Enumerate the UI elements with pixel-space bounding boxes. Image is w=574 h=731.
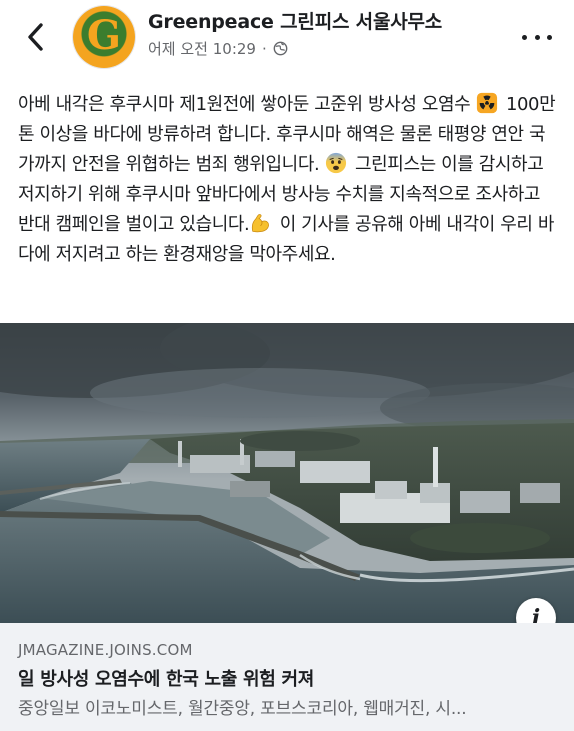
- link-description: 중앙일보 이코노미스트, 월간중앙, 포브스코리아, 웹매거진, 시...: [18, 699, 467, 719]
- post-meta: 어제 오전 10:29 ·: [148, 38, 288, 59]
- nuclear-plant-coast-image: [0, 323, 574, 623]
- radioactive-emoji-icon: [476, 92, 497, 114]
- more-horizontal-icon-dot: [522, 34, 527, 40]
- flexed-biceps-emoji-icon: [252, 214, 270, 233]
- link-domain: JMAGAZINE.JOINS.COM: [18, 641, 193, 659]
- link-title: 일 방사성 오염수에 한국 노출 위험 커져: [18, 669, 314, 690]
- meta-separator: ·: [261, 39, 267, 58]
- post-header: G Greenpeace 그린피스 서울사무소 어제 오전 10:29 ·: [0, 0, 574, 78]
- link-preview-image[interactable]: [0, 323, 574, 623]
- post-text-segment: 아베 내각은 후쿠시마 제1원전에 쌓아둔 고준위 방사성 오염수: [18, 94, 476, 115]
- post-timestamp[interactable]: 어제 오전 10:29: [148, 38, 256, 59]
- fearful-face-emoji-icon: [325, 152, 346, 174]
- more-horizontal-icon-dot: [534, 34, 540, 40]
- post-body: 아베 내각은 후쿠시마 제1원전에 쌓아둔 고준위 방사성 오염수 100만 톤…: [18, 90, 560, 270]
- link-preview-card[interactable]: JMAGAZINE.JOINS.COM 일 방사성 오염수에 한국 노출 위험 …: [0, 623, 574, 731]
- back-button[interactable]: [20, 20, 50, 54]
- more-options-button[interactable]: [522, 28, 552, 46]
- chevron-left-icon: [28, 23, 43, 51]
- globe-icon: [273, 41, 288, 56]
- avatar[interactable]: G: [73, 6, 135, 68]
- avatar-logo-letter: G: [86, 12, 122, 59]
- more-horizontal-icon-dot: [547, 34, 552, 40]
- page-name[interactable]: Greenpeace 그린피스 서울사무소: [148, 7, 442, 34]
